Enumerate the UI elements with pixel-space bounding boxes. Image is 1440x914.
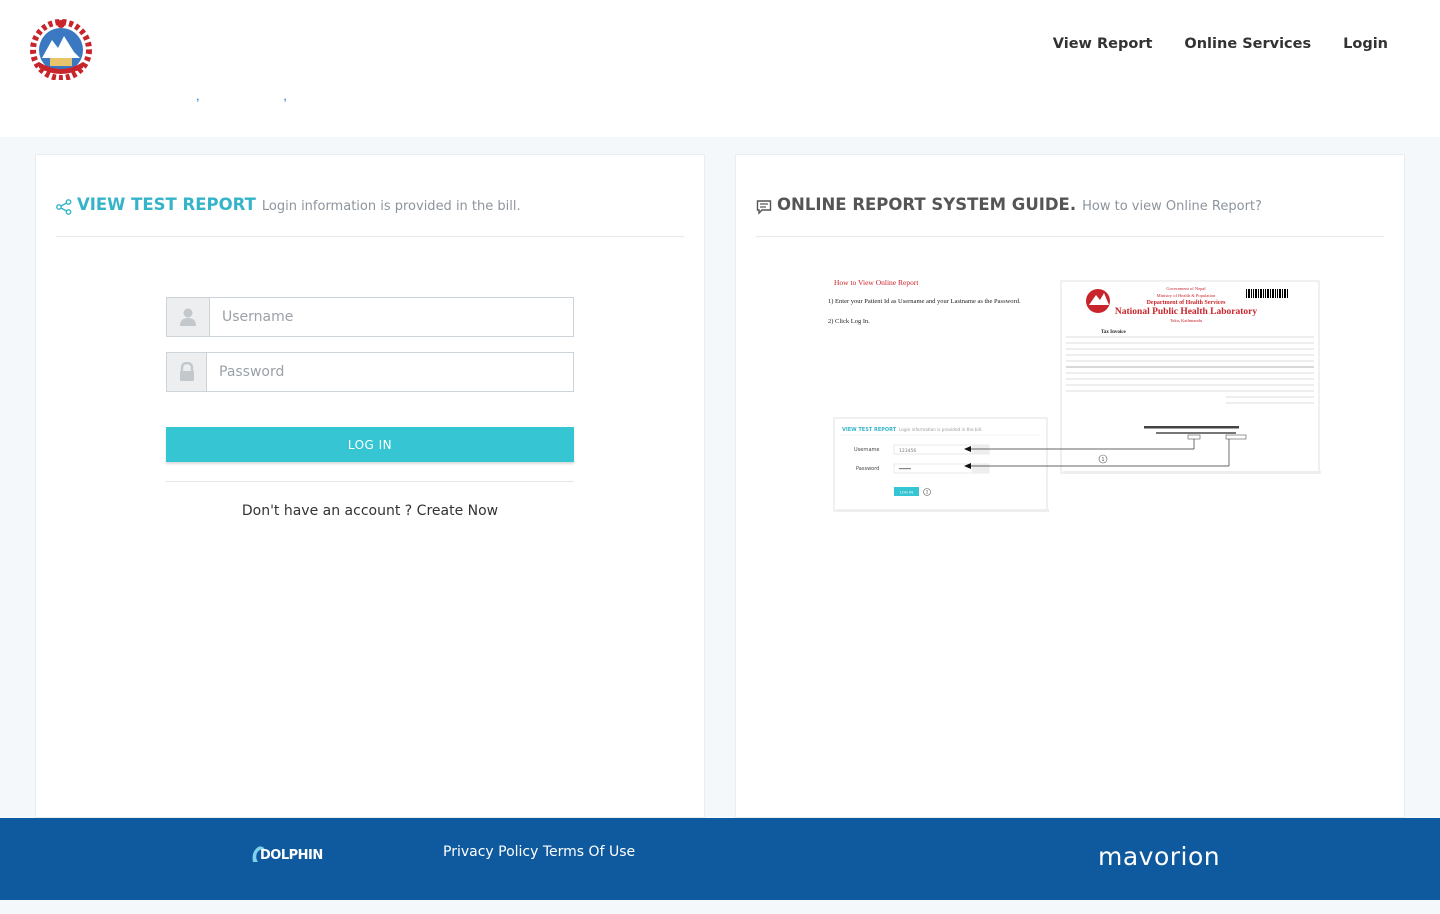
terms-of-use-link[interactable]: Terms Of Use <box>543 844 635 860</box>
sample-login-box: VIEW TEST REPORT Login information is pr… <box>833 417 1049 512</box>
bill-dept: Department of Health Services <box>1147 300 1226 306</box>
bill-ministry: Ministry of Health & Population <box>1157 293 1216 298</box>
nav-online-services[interactable]: Online Services <box>1184 36 1311 52</box>
panel-title: VIEW TEST REPORT <box>77 195 256 214</box>
bill-type: Tax Invoice <box>1101 330 1126 335</box>
nepal-emblem-logo[interactable] <box>26 18 96 81</box>
dolphin-text: DOLPHIN <box>260 848 323 863</box>
share-icon <box>56 199 72 215</box>
guide-heading: How to View Online Report <box>834 278 919 287</box>
mini-title: VIEW TEST REPORT <box>842 427 897 433</box>
sample-bill: Government of Nepal Ministry of Health &… <box>1060 280 1321 474</box>
bill-title: National Public Health Laboratory <box>1115 307 1257 317</box>
login-button[interactable]: LOG IN <box>166 427 574 462</box>
nav-login[interactable]: Login <box>1343 36 1388 52</box>
breadcrumb: , , <box>196 88 327 103</box>
report-guide-panel: ONLINE REPORT SYSTEM GUIDE. How to view … <box>735 154 1405 818</box>
bottom-strip <box>0 900 1440 914</box>
panel-subtitle: How to view Online Report? <box>1082 199 1262 214</box>
guide-step1: 1) Enter your Patient Id as Username and… <box>828 298 1021 305</box>
bill-gov: Government of Nepal <box>1166 286 1206 291</box>
divider <box>166 481 574 482</box>
marker-2: 2 <box>926 490 929 495</box>
marker-1: 1 <box>1101 457 1104 463</box>
password-input[interactable] <box>207 353 573 391</box>
password-field <box>166 352 574 392</box>
signup-prompt: Don't have an account ? Create Now <box>166 503 574 519</box>
report-guide-image: How to View Online Report 1) Enter your … <box>826 273 1326 518</box>
site-header: , , View Report Online Services Login <box>0 0 1440 137</box>
view-test-report-panel: VIEW TEST REPORT Login information is pr… <box>35 154 705 818</box>
site-footer: DOLPHIN Privacy Policy Terms Of Use mavo… <box>0 818 1440 900</box>
username-input[interactable] <box>210 298 573 336</box>
panel-header: VIEW TEST REPORT Login information is pr… <box>56 195 684 237</box>
panel-header: ONLINE REPORT SYSTEM GUIDE. How to view … <box>756 195 1384 237</box>
mini-subtitle: Login information is provided in the bil… <box>899 427 982 432</box>
user-icon <box>167 298 210 336</box>
username-field <box>166 297 574 337</box>
comment-icon <box>756 199 772 215</box>
mini-pass-label: Password <box>856 466 879 472</box>
panel-subtitle: Login information is provided in the bil… <box>261 199 521 214</box>
main-nav: View Report Online Services Login <box>1053 36 1388 52</box>
mavorion-logo[interactable]: mavorion <box>1098 842 1220 871</box>
panel-title: ONLINE REPORT SYSTEM GUIDE. <box>777 195 1077 214</box>
nav-view-report[interactable]: View Report <box>1053 36 1153 52</box>
guide-step2: 2) Click Log In. <box>828 318 870 325</box>
footer-links: Privacy Policy Terms Of Use <box>443 844 635 860</box>
mini-user-label: Username <box>854 447 880 453</box>
mini-login-button: LOG IN <box>900 490 913 495</box>
privacy-policy-link[interactable]: Privacy Policy <box>443 844 538 860</box>
create-account-link[interactable]: Create Now <box>417 503 498 519</box>
mavorion-text: mavorion <box>1098 842 1221 871</box>
mini-user-value: 123456 <box>899 448 916 454</box>
signup-prefix: Don't have an account ? <box>241 503 413 519</box>
lock-icon <box>167 353 207 391</box>
